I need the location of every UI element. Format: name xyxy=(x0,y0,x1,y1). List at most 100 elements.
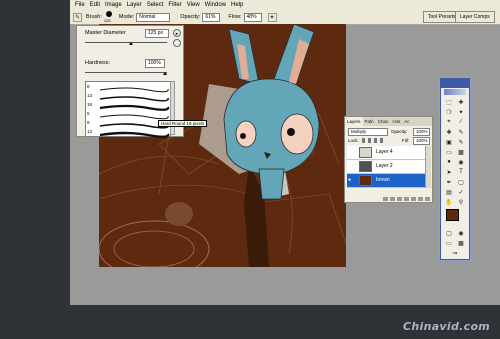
brush-preset-size: 13 xyxy=(87,93,93,98)
visibility-eye-icon[interactable] xyxy=(348,163,354,169)
menu-view[interactable]: View xyxy=(187,2,200,8)
hardness-field[interactable]: 100% xyxy=(145,59,165,68)
gradient-tool-icon[interactable]: ▩ xyxy=(457,148,465,156)
panel-expand-icon[interactable] xyxy=(173,39,181,47)
history-brush-icon[interactable]: ✎ xyxy=(457,138,465,146)
notes-tool-icon[interactable]: ▤ xyxy=(445,188,453,196)
watermark: Chinavid.com xyxy=(403,320,491,333)
hand-tool-icon[interactable]: ✋ xyxy=(445,198,453,206)
brush-preset-size: 13 xyxy=(87,129,93,134)
blend-mode-select[interactable]: Multiply xyxy=(348,128,388,136)
eyedropper-tool-icon[interactable]: ✓ xyxy=(457,188,465,196)
shape-tool-icon[interactable]: ▢ xyxy=(457,178,465,186)
pen-tool-icon[interactable]: ✒ xyxy=(445,178,453,186)
screen-mode-full-icon[interactable]: ▩ xyxy=(457,239,465,247)
master-diameter-label: Master Diameter xyxy=(85,30,126,36)
hardness-knob[interactable] xyxy=(163,72,167,75)
lock-icons[interactable] xyxy=(362,138,386,143)
layer-row-brown[interactable]: ● brown xyxy=(347,174,430,188)
brush-preset-size: 19 xyxy=(87,102,93,107)
crop-tool-icon[interactable]: ⌖ xyxy=(445,118,453,126)
healing-brush-icon[interactable]: ✚ xyxy=(445,128,453,136)
menu-edit[interactable]: Edit xyxy=(90,2,100,8)
brush-dot-icon xyxy=(105,11,112,17)
lock-label: Lock: xyxy=(348,138,359,143)
tab-history[interactable]: Hist xyxy=(391,117,403,126)
tab-layers[interactable]: Layers xyxy=(345,117,363,126)
brush-tool-icon[interactable]: ✎ xyxy=(457,128,465,136)
brush-preset-size: 9 xyxy=(87,120,90,125)
layer-name: brown xyxy=(376,177,390,183)
menu-layer[interactable]: Layer xyxy=(127,2,142,8)
master-diameter-knob[interactable] xyxy=(129,42,133,45)
brush-preset-size: 9 xyxy=(87,84,90,89)
master-diameter-slider[interactable] xyxy=(85,42,167,43)
tab-paths[interactable]: Path xyxy=(363,117,376,126)
path-selection-icon[interactable]: ➤ xyxy=(445,168,453,176)
new-group-icon[interactable] xyxy=(411,196,416,201)
layer-row-layer-4[interactable]: Layer 4 xyxy=(347,146,430,160)
layer-thumbnail xyxy=(359,161,372,172)
brush-tool-icon[interactable]: ✎ xyxy=(73,12,82,22)
layer-opacity-field[interactable]: 100% xyxy=(413,128,430,136)
brush-tooltip: Hard Round 19 pixels xyxy=(158,120,208,127)
quick-mask-icon[interactable]: ◉ xyxy=(457,229,465,237)
opacity-label: Opacity: xyxy=(180,14,201,20)
fill-field[interactable]: 100% xyxy=(413,137,430,145)
toolbox: ⬚ ✚ ❍ ✦ ⌖ ∕ ✚ ✎ ▣ ✎ ▭ ▩ ● ◉ ➤ T ✒ ▢ ▤ ✓ … xyxy=(440,78,470,260)
eraser-tool-icon[interactable]: ▭ xyxy=(445,148,453,156)
menu-file[interactable]: File xyxy=(75,2,85,8)
lasso-tool-icon[interactable]: ❍ xyxy=(445,108,453,116)
layers-panel-footer xyxy=(345,195,432,202)
airbrush-icon[interactable]: ✦ xyxy=(267,12,277,22)
visibility-eye-icon[interactable]: ● xyxy=(348,177,354,183)
brush-stroke-icon xyxy=(99,131,170,138)
layer-thumbnail xyxy=(359,175,372,186)
marquee-tool-icon[interactable]: ⬚ xyxy=(445,98,453,106)
menu-help[interactable]: Help xyxy=(231,2,243,8)
blur-tool-icon[interactable]: ● xyxy=(445,158,453,166)
standard-mode-icon[interactable]: ▢ xyxy=(445,229,453,237)
add-mask-icon[interactable] xyxy=(397,196,402,201)
photoshop-feather-icon[interactable] xyxy=(444,89,466,95)
delete-layer-icon[interactable] xyxy=(425,196,430,201)
hardness-slider[interactable] xyxy=(85,72,167,73)
tab-channels[interactable]: Chan xyxy=(376,117,391,126)
brush-preset[interactable]: 13 xyxy=(86,127,170,138)
clone-stamp-icon[interactable]: ▣ xyxy=(445,138,453,146)
panel-menu-icon[interactable]: ▸ xyxy=(173,29,181,37)
move-tool-icon[interactable]: ✚ xyxy=(457,98,465,106)
flow-field[interactable]: 48% xyxy=(243,12,262,22)
screen-mode-icon[interactable]: ▭ xyxy=(445,239,453,247)
link-layers-icon[interactable] xyxy=(383,196,388,201)
menu-select[interactable]: Select xyxy=(147,2,164,8)
jump-to-imageready-icon[interactable]: ⇒ xyxy=(451,249,459,257)
type-tool-icon[interactable]: T xyxy=(457,168,465,176)
dodge-tool-icon[interactable]: ◉ xyxy=(457,158,465,166)
new-layer-icon[interactable] xyxy=(418,196,423,201)
menu-window[interactable]: Window xyxy=(205,2,226,8)
zoom-tool-icon[interactable]: ⚲ xyxy=(457,198,465,206)
mode-select[interactable]: Normal xyxy=(136,12,171,22)
foreground-color-swatch[interactable] xyxy=(446,209,459,221)
slice-tool-icon[interactable]: ∕ xyxy=(457,118,465,126)
visibility-eye-icon[interactable] xyxy=(348,149,354,155)
tab-actions[interactable]: Ac xyxy=(402,117,411,126)
layer-name: Layer 4 xyxy=(376,149,393,155)
brush-presets-list: 9 13 19 5 9 13 xyxy=(85,81,171,138)
layer-name: Layer 2 xyxy=(376,163,393,169)
layer-row-layer-2[interactable]: Layer 2 xyxy=(347,160,430,174)
layer-thumbnail xyxy=(359,147,372,158)
brush-preset-picker[interactable]: 125 xyxy=(104,11,115,23)
layer-comps-tab[interactable]: Layer Comps xyxy=(455,11,495,23)
master-diameter-field[interactable]: 125 px xyxy=(145,29,169,38)
menu-image[interactable]: Image xyxy=(105,2,122,8)
layer-opacity-label: Opacity: xyxy=(391,129,408,134)
opacity-field[interactable]: 61% xyxy=(202,12,221,22)
layer-style-icon[interactable] xyxy=(390,196,395,201)
new-fill-layer-icon[interactable] xyxy=(404,196,409,201)
menu-filter[interactable]: Filter xyxy=(168,2,181,8)
magic-wand-icon[interactable]: ✦ xyxy=(457,108,465,116)
hardness-label: Hardness: xyxy=(85,60,111,66)
layers-scrollbar[interactable] xyxy=(425,146,431,188)
